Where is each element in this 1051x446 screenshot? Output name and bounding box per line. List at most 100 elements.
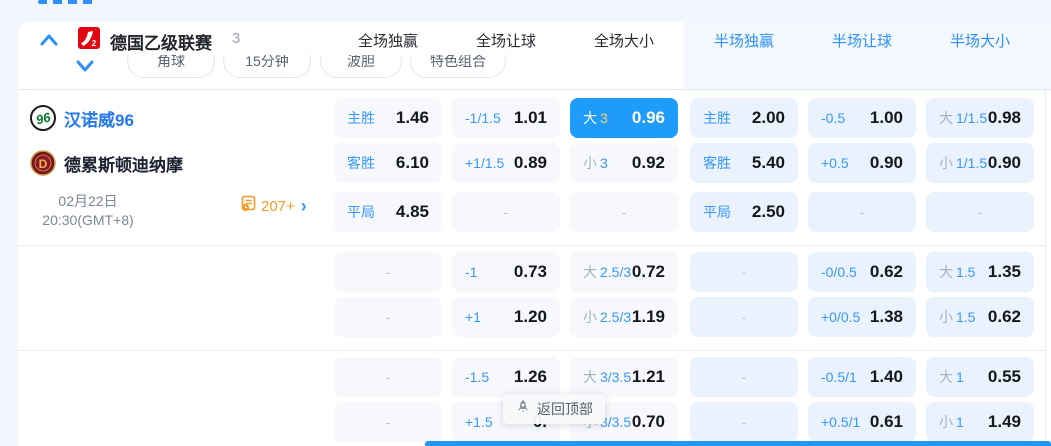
match-datetime: 02月22日 20:30(GMT+8): [26, 192, 150, 232]
over-under-label: 小: [939, 155, 953, 171]
odds-table: 96 汉诺威96 D 德累斯顿迪纳摩 02月22日 20:30(GMT+8) 2…: [18, 90, 1051, 446]
odds-cell-empty: -: [334, 297, 442, 337]
empty-dash: -: [385, 369, 391, 385]
filter-pill-15min[interactable]: 15分钟: [223, 55, 311, 78]
odds-cell[interactable]: 小 1/1.5 0.90: [926, 143, 1034, 183]
odds-label: -1.5: [465, 369, 490, 385]
filter-pill-special-combo[interactable]: 特色组合: [410, 55, 506, 78]
markets-doc-icon: [240, 195, 257, 217]
odds-cell[interactable]: 主胜 1.46: [334, 98, 442, 138]
over-under-line: 2.5/3: [600, 309, 632, 325]
empty-dash: -: [741, 264, 747, 280]
odds-cell[interactable]: 客胜 5.40: [690, 143, 798, 183]
odds-cell[interactable]: -1.5 1.26: [452, 357, 560, 397]
odds-label: +0.5/1: [821, 414, 861, 430]
odds-cell[interactable]: 大 2.5/3 0.72: [570, 252, 678, 292]
away-team-name[interactable]: 德累斯顿迪纳摩: [64, 151, 183, 176]
odds-cell[interactable]: +0.5/1 0.61: [808, 402, 916, 442]
odds-cell[interactable]: 主胜 2.00: [690, 98, 798, 138]
odds-cell[interactable]: -1/1.5 1.01: [452, 98, 560, 138]
rocket-icon: [515, 399, 531, 420]
next-section-edge: [425, 441, 1051, 446]
odds-value: 0.90: [869, 153, 903, 172]
odds-value: 2.00: [751, 108, 785, 127]
over-under-line: 1.5: [956, 264, 976, 280]
odds-cell[interactable]: 小 3 0.92: [570, 143, 678, 183]
odds-cell[interactable]: 大 1/1.5 0.98: [926, 98, 1034, 138]
filter-pill-correct-score[interactable]: 波胆: [320, 55, 402, 78]
odds-cell[interactable]: 大 3/3.5 1.21: [570, 357, 678, 397]
empty-dash: -: [385, 264, 391, 280]
empty-dash: -: [741, 369, 747, 385]
odds-cell-selected[interactable]: 大 3 0.96: [570, 98, 678, 138]
chevron-down-icon: [74, 58, 96, 74]
empty-dash: -: [977, 204, 983, 220]
odds-cell[interactable]: +0.5 0.90: [808, 143, 916, 183]
odds-cell[interactable]: -0.5/1 1.40: [808, 357, 916, 397]
column-header-full-handicap[interactable]: 全场让球: [452, 30, 560, 51]
odds-cell[interactable]: 平局 2.50: [690, 192, 798, 232]
odds-cell-empty: -: [690, 357, 798, 397]
odds-cell[interactable]: -0/0.5 0.62: [808, 252, 916, 292]
odds-cell-empty: -: [926, 192, 1034, 232]
column-header-half-handicap[interactable]: 半场让球: [808, 30, 916, 51]
odds-cell-empty: -: [690, 252, 798, 292]
odds-cell[interactable]: 小 1.5 0.62: [926, 297, 1034, 337]
empty-dash: -: [621, 204, 627, 220]
odds-value: 1.20: [513, 307, 547, 326]
match-date: 02月22日: [58, 193, 118, 209]
column-header-full-overunder[interactable]: 全场大小: [570, 30, 678, 51]
away-team-row[interactable]: D 德累斯顿迪纳摩: [30, 143, 183, 183]
over-under-line: 1.5: [956, 309, 976, 325]
odds-cell-empty: -: [808, 192, 916, 232]
home-team-row[interactable]: 96 汉诺威96: [30, 98, 134, 138]
league-name[interactable]: 德国乙级联赛: [110, 29, 212, 54]
collapse-league-button[interactable]: [38, 31, 60, 49]
odds-label: -1/1.5: [465, 110, 501, 126]
odds-value: 1.26: [513, 367, 547, 386]
league-logo-icon: 2: [78, 27, 100, 49]
odds-value: 0.55: [987, 367, 1021, 386]
filter-pill-label: 15分钟: [245, 55, 289, 69]
odds-cell[interactable]: +1 1.20: [452, 297, 560, 337]
filter-pill-corners[interactable]: 角球: [127, 55, 215, 78]
empty-dash: -: [503, 204, 509, 220]
odds-cell[interactable]: +1/1.5 0.89: [452, 143, 560, 183]
more-markets-link[interactable]: 207+ ›: [240, 194, 307, 218]
odds-value: 1.01: [513, 108, 547, 127]
odds-value: 0.72: [631, 262, 665, 281]
odds-cell[interactable]: 客胜 6.10: [334, 143, 442, 183]
odds-label: -0.5/1: [821, 369, 857, 385]
odds-value: 0.98: [987, 108, 1021, 127]
column-header-half-1x2[interactable]: 半场独赢: [690, 30, 798, 51]
odds-cell-empty: -: [334, 252, 442, 292]
odds-cell[interactable]: 小 1 1.49: [926, 402, 1034, 442]
expand-button[interactable]: [74, 58, 96, 76]
odds-value: 0.90: [987, 153, 1021, 172]
odds-label: -0.5: [821, 110, 846, 126]
home-team-logo-icon: 96: [30, 105, 56, 131]
over-under-label: 大: [939, 110, 953, 126]
odds-value: 0.92: [631, 153, 665, 172]
odds-cell[interactable]: 平局 4.85: [334, 192, 442, 232]
back-to-top-button[interactable]: 返回顶部: [503, 394, 605, 424]
odds-label: +0/0.5: [821, 309, 861, 325]
odds-label: 客胜: [703, 155, 731, 171]
column-header-half-overunder[interactable]: 半场大小: [926, 30, 1034, 51]
odds-cell[interactable]: 大 1 0.55: [926, 357, 1034, 397]
home-team-name[interactable]: 汉诺威96: [64, 106, 134, 131]
empty-dash: -: [741, 414, 747, 430]
odds-cell[interactable]: -1 0.73: [452, 252, 560, 292]
odds-cell[interactable]: 小 2.5/3 1.19: [570, 297, 678, 337]
over-under-line: 3: [600, 110, 608, 126]
odds-label: +0.5: [821, 155, 849, 171]
odds-cell-empty: -: [690, 297, 798, 337]
odds-value: 0.61: [869, 412, 903, 431]
column-header-full-1x2[interactable]: 全场独赢: [334, 30, 442, 51]
odds-cell[interactable]: -0.5 1.00: [808, 98, 916, 138]
over-under-line: 3: [600, 155, 608, 171]
odds-value: 1.21: [631, 367, 665, 386]
odds-cell[interactable]: +0/0.5 1.38: [808, 297, 916, 337]
odds-cell[interactable]: 大 1.5 1.35: [926, 252, 1034, 292]
over-under-label: 小: [939, 414, 953, 430]
